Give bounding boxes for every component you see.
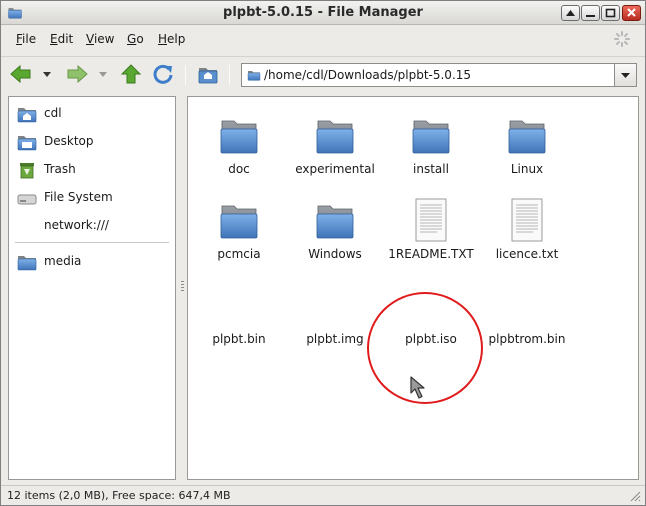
chevron-down-icon (621, 73, 630, 78)
status-text: 12 items (2,0 MB), Free space: 647,4 MB (7, 489, 231, 502)
file-item[interactable]: plpbt.iso (383, 271, 479, 351)
file-item[interactable]: experimental (287, 101, 383, 181)
folder-icon (219, 113, 259, 157)
sidebar-item-network[interactable]: network:/// (15, 214, 171, 238)
file-view: doc experimental install Linux pcmcia Wi… (187, 96, 639, 480)
trash-icon (20, 163, 34, 179)
menu-go[interactable]: Go (127, 32, 144, 46)
file-item[interactable]: Linux (479, 101, 575, 181)
home-icon[interactable] (197, 63, 219, 85)
file-item[interactable]: licence.txt (479, 186, 575, 266)
close-icon (627, 8, 636, 17)
location-path[interactable]: /home/cdl/Downloads/plpbt-5.0.15 (264, 68, 471, 82)
maximize-button[interactable] (601, 5, 620, 21)
file-item[interactable]: Windows (287, 186, 383, 266)
pane-resize-handle[interactable] (181, 281, 184, 293)
text-document-icon (507, 198, 547, 242)
mouse-cursor-icon (410, 376, 425, 399)
shade-button[interactable] (561, 5, 580, 21)
back-history-dropdown-icon[interactable] (41, 63, 53, 85)
text-document-icon (411, 198, 451, 242)
file-item[interactable]: install (383, 101, 479, 181)
file-item[interactable]: plpbtrom.bin (479, 271, 575, 351)
folder-icon (315, 198, 355, 242)
folder-icon (315, 113, 355, 157)
busy-spinner-icon (614, 31, 630, 47)
back-arrow-icon[interactable] (9, 63, 33, 85)
sidebar-item-media[interactable]: media (15, 250, 171, 274)
folder-icon (17, 253, 37, 271)
toolbar-separator (229, 65, 230, 85)
minimize-button[interactable] (581, 5, 600, 21)
arrow-up-icon (566, 10, 575, 16)
title-bar[interactable]: plpbt-5.0.15 - File Manager (1, 1, 645, 25)
file-item[interactable]: 1README.TXT (383, 186, 479, 266)
up-arrow-icon[interactable] (120, 63, 142, 85)
location-bar[interactable]: /home/cdl/Downloads/plpbt-5.0.15 (241, 63, 637, 87)
file-item[interactable]: plpbt.img (287, 271, 383, 351)
window-title: plpbt-5.0.15 - File Manager (223, 5, 423, 20)
folder-icon (411, 113, 451, 157)
sidebar-item-cdl[interactable]: cdl (15, 102, 171, 126)
side-pane: cdl Desktop Trash File System network:// (8, 96, 176, 480)
forward-arrow-icon[interactable] (65, 63, 89, 85)
resize-grip-icon[interactable] (629, 490, 641, 502)
close-button[interactable] (622, 5, 641, 21)
folder-icon (219, 198, 259, 242)
menu-file[interactable]: File (16, 32, 36, 46)
reload-icon[interactable] (152, 63, 174, 85)
folder-icon (247, 69, 261, 81)
sidebar-item-trash[interactable]: Trash (15, 158, 171, 182)
location-dropdown-button[interactable] (614, 64, 636, 86)
maximize-icon (605, 8, 616, 18)
file-item[interactable]: pcmcia (191, 186, 287, 266)
sidebar-separator (15, 242, 169, 243)
folder-icon (507, 113, 547, 157)
file-manager-window: plpbt-5.0.15 - File Manager File Edit Vi… (0, 0, 646, 506)
menu-view[interactable]: View (86, 32, 114, 46)
desktop-icon (17, 133, 37, 151)
minimize-icon (586, 15, 595, 17)
menu-bar: File Edit View Go Help (1, 26, 645, 52)
forward-history-dropdown-icon[interactable] (97, 63, 109, 85)
toolbar-separator (185, 65, 186, 85)
menu-help[interactable]: Help (158, 32, 185, 46)
file-item[interactable]: plpbt.bin (191, 271, 287, 351)
drive-icon (17, 194, 37, 205)
sidebar-item-file-system[interactable]: File System (15, 186, 171, 210)
home-folder-icon (17, 105, 37, 123)
status-bar: 12 items (2,0 MB), Free space: 647,4 MB (1, 485, 645, 505)
menu-edit[interactable]: Edit (50, 32, 73, 46)
sidebar-item-desktop[interactable]: Desktop (15, 130, 171, 154)
file-item[interactable]: doc (191, 101, 287, 181)
